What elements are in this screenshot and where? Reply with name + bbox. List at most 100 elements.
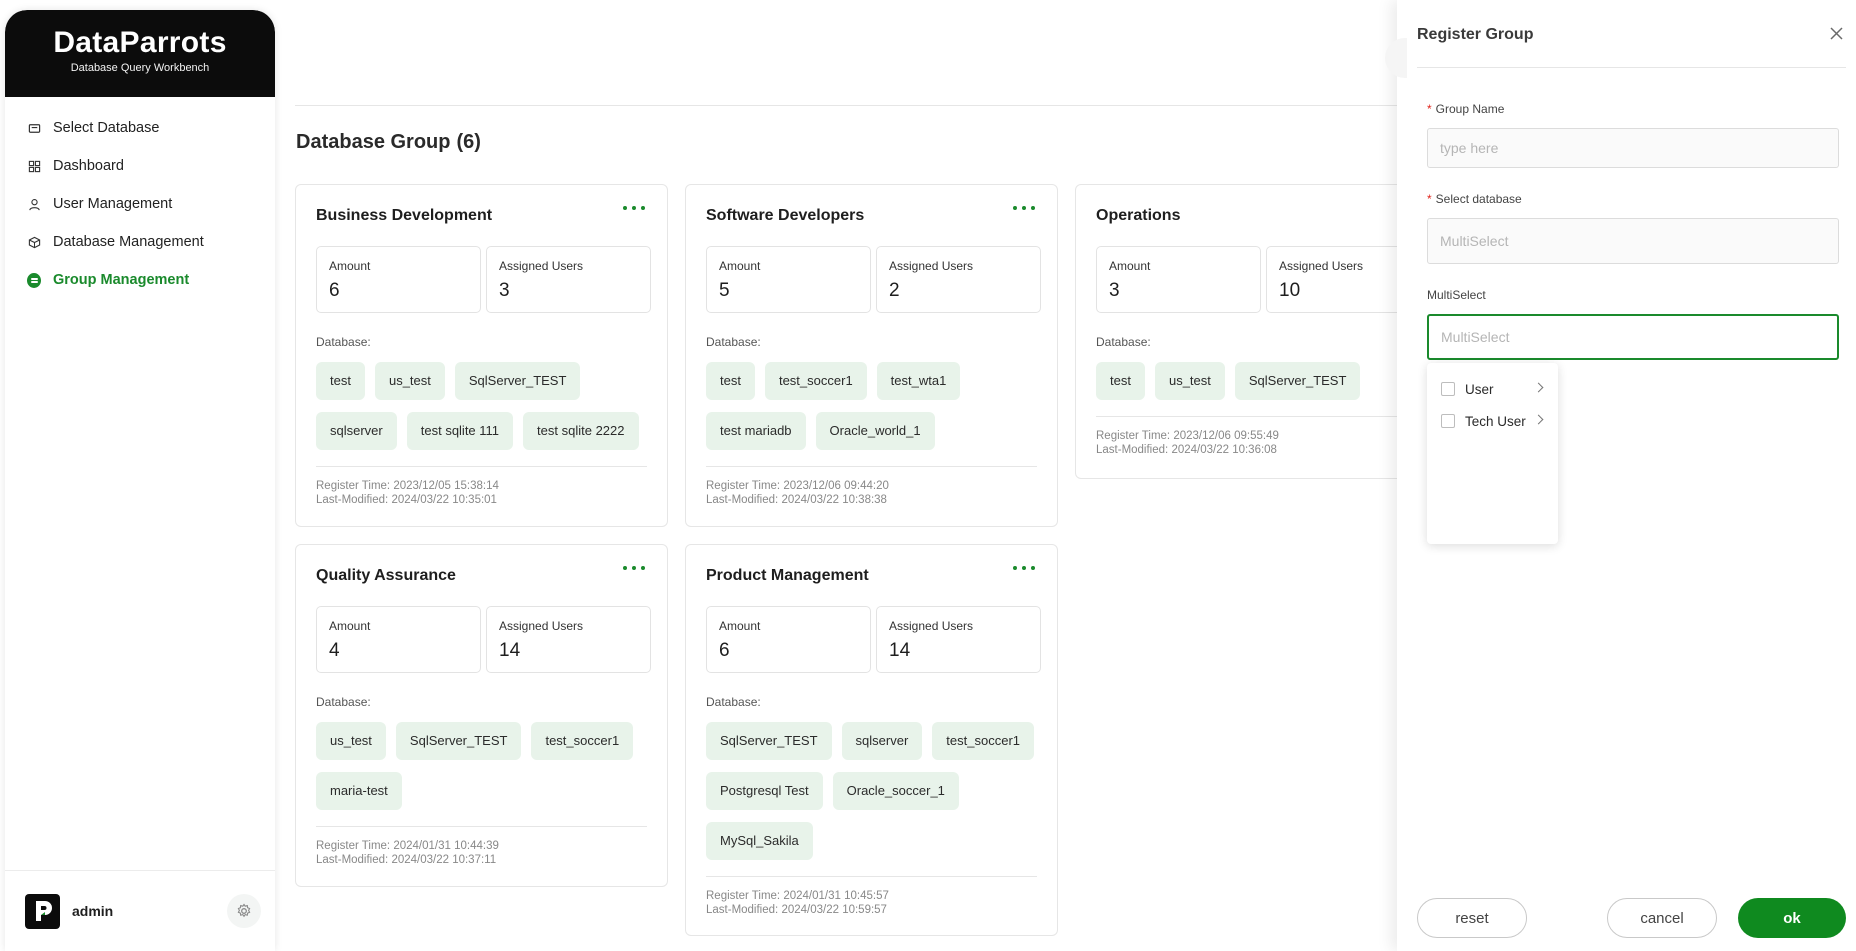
dropdown-option-user[interactable]: User xyxy=(1427,373,1558,405)
settings-button[interactable] xyxy=(227,894,261,928)
amount-value: 6 xyxy=(329,280,340,301)
sidebar-item-database-management[interactable]: Database Management xyxy=(5,223,275,261)
user-name: admin xyxy=(72,903,114,919)
user-multiselect[interactable]: MultiSelect xyxy=(1427,314,1839,360)
group-icon xyxy=(27,272,41,288)
database-tag: Oracle_world_1 xyxy=(815,412,935,450)
register-time: 2024/01/31 10:44:39 xyxy=(393,840,499,852)
group-name: Software Developers xyxy=(706,207,865,224)
assigned-users-value: 14 xyxy=(889,640,911,661)
brand-subtitle: Database Query Workbench xyxy=(70,62,210,74)
last-modified: 2024/03/22 10:36:08 xyxy=(1171,444,1277,456)
amount-value: 4 xyxy=(329,640,340,661)
assigned-users-stat: Assigned Users 14 xyxy=(876,606,1041,673)
user-icon xyxy=(27,197,41,211)
more-options-icon[interactable] xyxy=(1013,561,1035,575)
sidebar-item-user-management[interactable]: User Management xyxy=(5,185,275,223)
database-tag: test_soccer1 xyxy=(932,722,1034,760)
chevron-right-icon xyxy=(1533,414,1544,425)
database-label: Database: xyxy=(706,695,761,709)
database-tag: test_soccer1 xyxy=(764,362,867,400)
last-modified: 2024/03/22 10:59:57 xyxy=(781,904,887,916)
card-meta: Register Time: 2023/12/06 09:55:49 Last-… xyxy=(1096,416,1427,457)
group-card: Product Management Amount 6 Assigned User… xyxy=(685,544,1058,936)
database-label: Database: xyxy=(316,335,371,349)
avatar[interactable] xyxy=(25,893,60,929)
sidebar: DataParrots Database Query Workbench Sel… xyxy=(5,10,275,951)
gear-icon xyxy=(237,903,251,918)
card-meta: Register Time: 2024/01/31 10:44:39 Last-… xyxy=(316,826,647,867)
database-tag: SqlServer_TEST xyxy=(706,722,832,760)
group-card: Business Development Amount 6 Assigned Us… xyxy=(295,184,668,527)
checkbox[interactable] xyxy=(1441,414,1455,428)
card-meta: Register Time: 2023/12/06 09:44:20 Last-… xyxy=(706,466,1037,507)
more-options-icon[interactable] xyxy=(1013,201,1035,215)
database-tag: test_wta1 xyxy=(876,362,961,400)
amount-stat: Amount 6 xyxy=(316,246,481,313)
database-label: Database: xyxy=(1096,335,1151,349)
amount-stat: Amount 3 xyxy=(1096,246,1261,313)
sidebar-item-label: User Management xyxy=(53,196,173,212)
register-time: 2023/12/05 15:38:14 xyxy=(393,480,499,492)
database-tag: test mariadb xyxy=(706,412,806,450)
multiselect-label: MultiSelect xyxy=(1427,288,1486,302)
header-divider xyxy=(295,105,1415,106)
brand-name: DataParrots xyxy=(53,26,227,59)
database-tags: SqlServer_TEST sqlserver test_soccer1 Po… xyxy=(706,722,1046,860)
ok-button[interactable]: ok xyxy=(1738,898,1846,938)
checkbox[interactable] xyxy=(1441,382,1455,396)
database-tag: test_soccer1 xyxy=(531,722,634,760)
assigned-users-stat: Assigned Users 3 xyxy=(486,246,651,313)
sidebar-item-label: Dashboard xyxy=(53,158,124,174)
drawer-divider xyxy=(1417,67,1846,68)
database-tag: test sqlite 2222 xyxy=(523,412,639,450)
database-tags: test us_test SqlServer_TEST xyxy=(1096,362,1436,400)
database-tag: MySql_Sakila xyxy=(706,822,813,860)
reset-button[interactable]: reset xyxy=(1417,898,1527,938)
register-group-drawer: Register Group * Group Name type here * Se… xyxy=(1385,0,1856,951)
database-tag: test xyxy=(706,362,755,400)
database-tags: test test_soccer1 test_wta1 test mariadb… xyxy=(706,362,1046,450)
group-name: Quality Assurance xyxy=(316,567,456,584)
sidebar-item-group-management[interactable]: Group Management xyxy=(5,261,275,299)
chevron-right-icon xyxy=(1533,382,1544,393)
database-tag: SqlServer_TEST xyxy=(1234,362,1361,400)
amount-value: 3 xyxy=(1109,280,1120,301)
database-tag: sqlserver xyxy=(841,722,923,760)
sidebar-item-select-database[interactable]: Select Database xyxy=(5,109,275,147)
group-name: Operations xyxy=(1096,207,1181,224)
sidebar-item-dashboard[interactable]: Dashboard xyxy=(5,147,275,185)
database-tag: Oracle_soccer_1 xyxy=(832,772,959,810)
dashboard-icon xyxy=(27,159,41,173)
database-tag: maria-test xyxy=(316,772,402,810)
database-tag: SqlServer_TEST xyxy=(454,362,581,400)
more-options-icon[interactable] xyxy=(623,201,645,215)
last-modified: 2024/03/22 10:35:01 xyxy=(391,494,497,506)
close-icon[interactable] xyxy=(1828,25,1844,41)
sidebar-item-label: Group Management xyxy=(53,272,190,288)
multiselect-dropdown: User Tech User xyxy=(1427,363,1558,544)
cube-icon xyxy=(27,235,41,249)
database-tags: test us_test SqlServer_TEST sqlserver te… xyxy=(316,362,656,450)
amount-stat: Amount 4 xyxy=(316,606,481,673)
more-options-icon[interactable] xyxy=(623,561,645,575)
database-tag: us_test xyxy=(316,722,386,760)
cancel-button[interactable]: cancel xyxy=(1607,898,1717,938)
amount-stat: Amount 5 xyxy=(706,246,871,313)
group-card: Operations Amount 3 Assigned Users 10 Data… xyxy=(1075,184,1448,479)
assigned-users-value: 3 xyxy=(499,280,510,301)
assigned-users-value: 2 xyxy=(889,280,900,301)
last-modified: 2024/03/22 10:37:11 xyxy=(391,854,497,866)
dropdown-option-tech-user[interactable]: Tech User xyxy=(1427,405,1558,437)
group-card: Software Developers Amount 5 Assigned Use… xyxy=(685,184,1058,527)
brand-logo[interactable]: DataParrots Database Query Workbench xyxy=(5,10,275,97)
group-name-input[interactable]: type here xyxy=(1427,128,1839,168)
last-modified: 2024/03/22 10:38:38 xyxy=(781,494,887,506)
group-name-label: * Group Name xyxy=(1427,102,1505,116)
drawer-title: Register Group xyxy=(1417,26,1534,43)
amount-value: 5 xyxy=(719,280,730,301)
database-label: Database: xyxy=(316,695,371,709)
select-database-label: * Select database xyxy=(1427,192,1522,206)
select-database-multiselect[interactable]: MultiSelect xyxy=(1427,218,1839,264)
assigned-users-value: 14 xyxy=(499,640,521,661)
